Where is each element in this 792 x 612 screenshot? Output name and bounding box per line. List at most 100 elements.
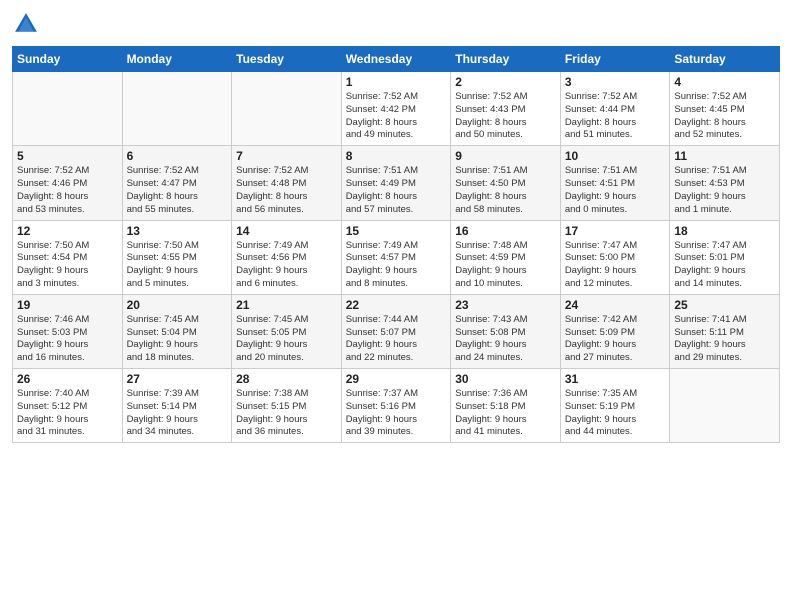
calendar-cell: 28 Sunrise: 7:38 AM Sunset: 5:15 PM Dayli… [232, 369, 342, 443]
day-number: 21 [236, 298, 337, 312]
day-info: Sunrise: 7:50 AM Sunset: 4:54 PM Dayligh… [17, 240, 118, 291]
day-info: Sunrise: 7:47 AM Sunset: 5:01 PM Dayligh… [674, 240, 775, 291]
calendar-cell [232, 72, 342, 146]
day-number: 28 [236, 372, 337, 386]
week-row-5: 26Sunrise: 7:40 AM Sunset: 5:12 PM Dayli… [13, 369, 780, 443]
day-info: Sunrise: 7:52 AM Sunset: 4:47 PM Dayligh… [127, 165, 228, 216]
weekday-header-saturday: Saturday [670, 47, 780, 72]
day-info: Sunrise: 7:45 AM Sunset: 5:04 PM Dayligh… [127, 314, 228, 365]
day-number: 4 [674, 75, 775, 89]
calendar-cell: 3 Sunrise: 7:52 AM Sunset: 4:44 PM Daylig… [560, 72, 670, 146]
day-number: 2 [455, 75, 556, 89]
calendar-cell: 13 Sunrise: 7:50 AM Sunset: 4:55 PM Dayli… [122, 220, 232, 294]
page: SundayMondayTuesdayWednesdayThursdayFrid… [0, 0, 792, 612]
day-info: Sunrise: 7:37 AM Sunset: 5:16 PM Dayligh… [346, 388, 447, 439]
logo-icon [12, 10, 40, 38]
calendar-cell: 11 Sunrise: 7:51 AM Sunset: 4:53 PM Dayli… [670, 146, 780, 220]
day-number: 22 [346, 298, 447, 312]
calendar-cell: 8 Sunrise: 7:51 AM Sunset: 4:49 PM Daylig… [341, 146, 451, 220]
calendar-cell: 24 Sunrise: 7:42 AM Sunset: 5:09 PM Dayli… [560, 294, 670, 368]
calendar-cell: 2 Sunrise: 7:52 AM Sunset: 4:43 PM Daylig… [451, 72, 561, 146]
day-info: Sunrise: 7:50 AM Sunset: 4:55 PM Dayligh… [127, 240, 228, 291]
day-info: Sunrise: 7:43 AM Sunset: 5:08 PM Dayligh… [455, 314, 556, 365]
day-number: 17 [565, 224, 666, 238]
calendar-cell: 7Sunrise: 7:52 AM Sunset: 4:48 PM Daylig… [232, 146, 342, 220]
calendar-cell [122, 72, 232, 146]
calendar-cell: 23 Sunrise: 7:43 AM Sunset: 5:08 PM Dayli… [451, 294, 561, 368]
calendar-cell: 25 Sunrise: 7:41 AM Sunset: 5:11 PM Dayli… [670, 294, 780, 368]
week-row-3: 12Sunrise: 7:50 AM Sunset: 4:54 PM Dayli… [13, 220, 780, 294]
calendar-cell: 5 Sunrise: 7:52 AM Sunset: 4:46 PM Daylig… [13, 146, 123, 220]
header [12, 10, 780, 38]
day-info: Sunrise: 7:39 AM Sunset: 5:14 PM Dayligh… [127, 388, 228, 439]
day-info: Sunrise: 7:42 AM Sunset: 5:09 PM Dayligh… [565, 314, 666, 365]
day-info: Sunrise: 7:52 AM Sunset: 4:46 PM Dayligh… [17, 165, 118, 216]
weekday-header-row: SundayMondayTuesdayWednesdayThursdayFrid… [13, 47, 780, 72]
calendar: SundayMondayTuesdayWednesdayThursdayFrid… [12, 46, 780, 443]
weekday-header-sunday: Sunday [13, 47, 123, 72]
calendar-cell: 10 Sunrise: 7:51 AM Sunset: 4:51 PM Dayli… [560, 146, 670, 220]
day-number: 27 [127, 372, 228, 386]
calendar-cell: 4Sunrise: 7:52 AM Sunset: 4:45 PM Daylig… [670, 72, 780, 146]
day-info: Sunrise: 7:49 AM Sunset: 4:57 PM Dayligh… [346, 240, 447, 291]
calendar-cell: 19 Sunrise: 7:46 AM Sunset: 5:03 PM Dayli… [13, 294, 123, 368]
day-number: 8 [346, 149, 447, 163]
day-number: 18 [674, 224, 775, 238]
calendar-cell: 14Sunrise: 7:49 AM Sunset: 4:56 PM Dayli… [232, 220, 342, 294]
day-info: Sunrise: 7:40 AM Sunset: 5:12 PM Dayligh… [17, 388, 118, 439]
calendar-cell: 17Sunrise: 7:47 AM Sunset: 5:00 PM Dayli… [560, 220, 670, 294]
calendar-cell: 21 Sunrise: 7:45 AM Sunset: 5:05 PM Dayli… [232, 294, 342, 368]
day-number: 29 [346, 372, 447, 386]
day-info: Sunrise: 7:41 AM Sunset: 5:11 PM Dayligh… [674, 314, 775, 365]
day-number: 23 [455, 298, 556, 312]
calendar-cell [670, 369, 780, 443]
calendar-cell: 18 Sunrise: 7:47 AM Sunset: 5:01 PM Dayli… [670, 220, 780, 294]
day-info: Sunrise: 7:52 AM Sunset: 4:43 PM Dayligh… [455, 91, 556, 142]
day-number: 6 [127, 149, 228, 163]
day-number: 30 [455, 372, 556, 386]
day-number: 16 [455, 224, 556, 238]
day-info: Sunrise: 7:45 AM Sunset: 5:05 PM Dayligh… [236, 314, 337, 365]
day-info: Sunrise: 7:52 AM Sunset: 4:48 PM Dayligh… [236, 165, 337, 216]
day-info: Sunrise: 7:52 AM Sunset: 4:44 PM Dayligh… [565, 91, 666, 142]
day-number: 9 [455, 149, 556, 163]
calendar-cell [13, 72, 123, 146]
day-info: Sunrise: 7:48 AM Sunset: 4:59 PM Dayligh… [455, 240, 556, 291]
day-info: Sunrise: 7:51 AM Sunset: 4:49 PM Dayligh… [346, 165, 447, 216]
calendar-cell: 31 Sunrise: 7:35 AM Sunset: 5:19 PM Dayli… [560, 369, 670, 443]
calendar-cell: 9 Sunrise: 7:51 AM Sunset: 4:50 PM Daylig… [451, 146, 561, 220]
calendar-cell: 20Sunrise: 7:45 AM Sunset: 5:04 PM Dayli… [122, 294, 232, 368]
day-info: Sunrise: 7:36 AM Sunset: 5:18 PM Dayligh… [455, 388, 556, 439]
day-info: Sunrise: 7:51 AM Sunset: 4:53 PM Dayligh… [674, 165, 775, 216]
day-number: 24 [565, 298, 666, 312]
calendar-cell: 29 Sunrise: 7:37 AM Sunset: 5:16 PM Dayli… [341, 369, 451, 443]
day-info: Sunrise: 7:44 AM Sunset: 5:07 PM Dayligh… [346, 314, 447, 365]
week-row-4: 19 Sunrise: 7:46 AM Sunset: 5:03 PM Dayli… [13, 294, 780, 368]
calendar-cell: 26Sunrise: 7:40 AM Sunset: 5:12 PM Dayli… [13, 369, 123, 443]
day-info: Sunrise: 7:51 AM Sunset: 4:51 PM Dayligh… [565, 165, 666, 216]
calendar-cell: 1Sunrise: 7:52 AM Sunset: 4:42 PM Daylig… [341, 72, 451, 146]
calendar-cell: 16 Sunrise: 7:48 AM Sunset: 4:59 PM Dayli… [451, 220, 561, 294]
calendar-cell: 15Sunrise: 7:49 AM Sunset: 4:57 PM Dayli… [341, 220, 451, 294]
calendar-cell: 22 Sunrise: 7:44 AM Sunset: 5:07 PM Dayli… [341, 294, 451, 368]
weekday-header-tuesday: Tuesday [232, 47, 342, 72]
day-number: 11 [674, 149, 775, 163]
calendar-cell: 30 Sunrise: 7:36 AM Sunset: 5:18 PM Dayli… [451, 369, 561, 443]
day-number: 25 [674, 298, 775, 312]
day-number: 5 [17, 149, 118, 163]
day-number: 3 [565, 75, 666, 89]
weekday-header-monday: Monday [122, 47, 232, 72]
day-info: Sunrise: 7:51 AM Sunset: 4:50 PM Dayligh… [455, 165, 556, 216]
day-number: 13 [127, 224, 228, 238]
day-number: 14 [236, 224, 337, 238]
weekday-header-wednesday: Wednesday [341, 47, 451, 72]
day-number: 31 [565, 372, 666, 386]
calendar-cell: 27 Sunrise: 7:39 AM Sunset: 5:14 PM Dayli… [122, 369, 232, 443]
week-row-1: 1Sunrise: 7:52 AM Sunset: 4:42 PM Daylig… [13, 72, 780, 146]
weekday-header-friday: Friday [560, 47, 670, 72]
day-info: Sunrise: 7:46 AM Sunset: 5:03 PM Dayligh… [17, 314, 118, 365]
day-number: 19 [17, 298, 118, 312]
day-number: 10 [565, 149, 666, 163]
day-info: Sunrise: 7:38 AM Sunset: 5:15 PM Dayligh… [236, 388, 337, 439]
day-info: Sunrise: 7:35 AM Sunset: 5:19 PM Dayligh… [565, 388, 666, 439]
